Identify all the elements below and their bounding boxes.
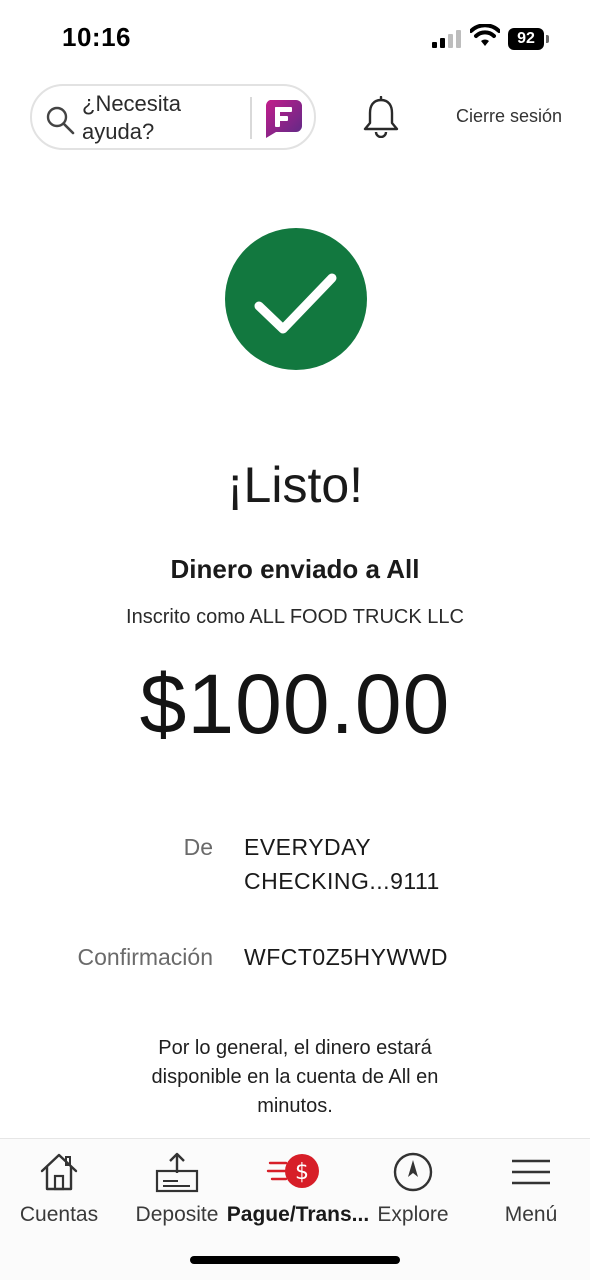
search-icon xyxy=(46,106,75,135)
confirmation-number-value: WFCT0Z5HYWWD xyxy=(244,944,449,970)
pay-transfer-icon: $ xyxy=(266,1154,319,1188)
nav-item-deposit[interactable]: Deposite xyxy=(118,1139,236,1249)
divider xyxy=(250,97,252,139)
status-bar: 10:16 92 xyxy=(0,0,590,80)
logout-link[interactable]: Cierre sesión xyxy=(456,106,562,127)
search-prompt: ¿Necesita ayuda? xyxy=(82,91,182,144)
cellular-signal-icon xyxy=(432,30,461,48)
recipient-heading: Dinero enviado a All xyxy=(170,554,420,584)
wifi-icon xyxy=(470,24,500,46)
fargo-assistant-logo-icon[interactable] xyxy=(262,98,304,138)
from-account-value: EVERYDAY CHECKING...9111 xyxy=(244,834,440,894)
transfer-amount: $100.00 xyxy=(139,657,451,751)
notifications-bell-icon[interactable] xyxy=(362,96,400,138)
nav-item-accounts[interactable]: Cuentas xyxy=(0,1139,118,1249)
availability-note: Por lo general, el dinero estará disponi… xyxy=(151,1037,439,1117)
success-title: ¡Listo! xyxy=(226,457,364,513)
nav-label-accounts: Cuentas xyxy=(19,1203,99,1226)
home-indicator[interactable] xyxy=(190,1256,400,1264)
enrolled-as-text: Inscrito como ALL FOOD TRUCK LLC xyxy=(126,606,464,628)
nav-item-explore[interactable]: Explore xyxy=(354,1139,472,1249)
nav-label-menu: Menú xyxy=(504,1203,558,1226)
nav-item-menu[interactable]: Menú xyxy=(472,1139,590,1249)
nav-label-explore: Explore xyxy=(377,1203,449,1226)
status-time: 10:16 xyxy=(62,22,131,52)
battery-icon: 92 xyxy=(508,28,550,50)
hamburger-menu-icon xyxy=(512,1159,550,1185)
from-label: De xyxy=(183,834,213,860)
nav-label-deposit: Deposite xyxy=(135,1203,219,1226)
svg-text:$: $ xyxy=(295,1160,309,1185)
home-icon xyxy=(40,1153,78,1191)
confirmation-label: Confirmación xyxy=(77,944,214,970)
nav-label-pay-transfer: Pague/Trans... xyxy=(226,1203,370,1226)
help-search-bar[interactable]: ¿Necesita ayuda? xyxy=(30,84,316,150)
nav-item-pay-transfer[interactable]: $ Pague/Trans... xyxy=(226,1139,370,1249)
success-checkmark-icon xyxy=(225,228,367,370)
compass-icon xyxy=(393,1152,433,1192)
battery-level: 92 xyxy=(517,30,535,47)
deposit-icon xyxy=(155,1152,199,1193)
